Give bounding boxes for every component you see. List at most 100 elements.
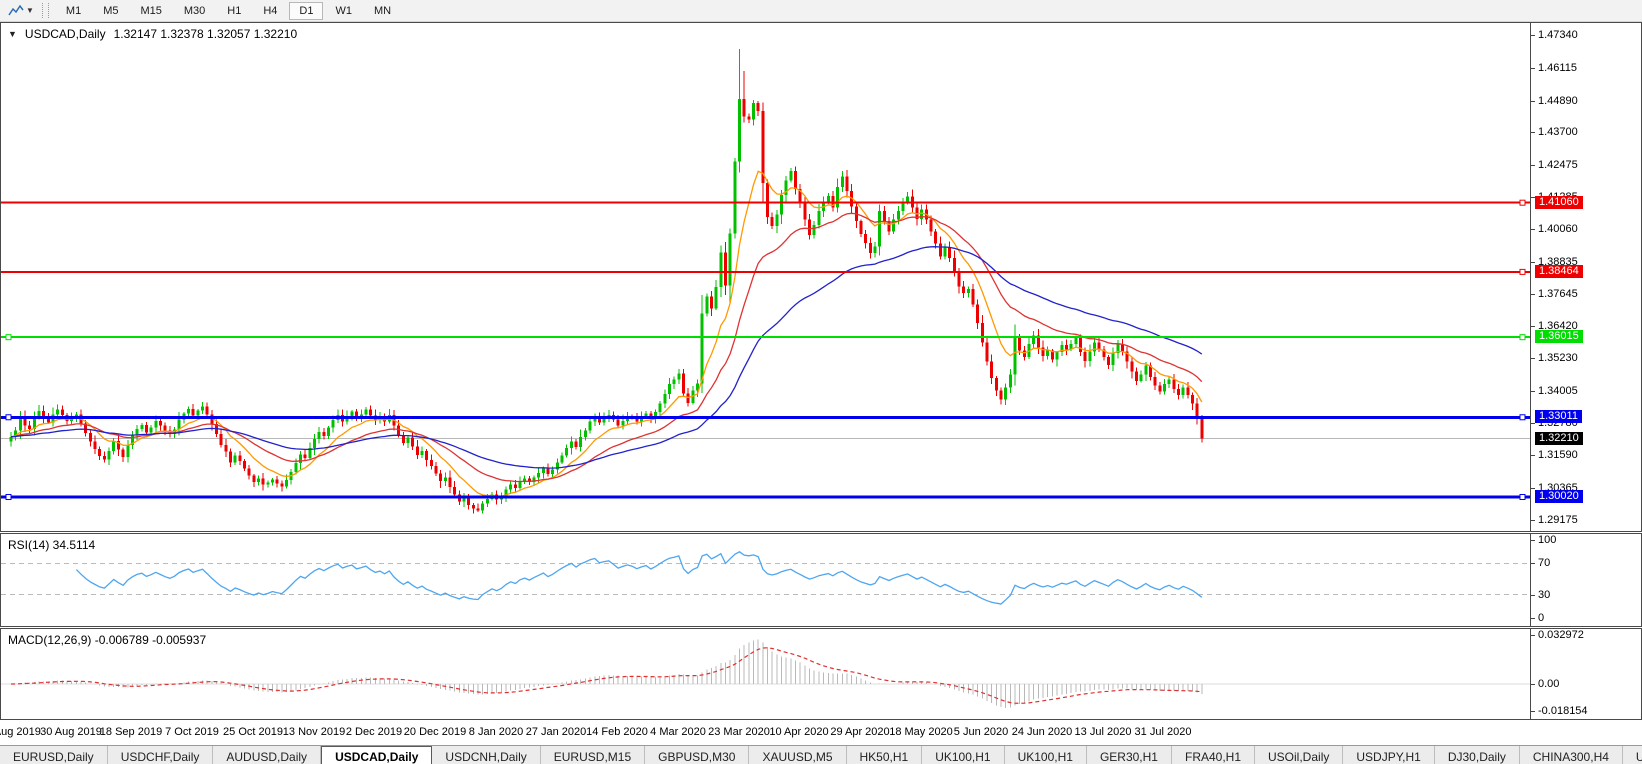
chart-tab-hk50[interactable]: HK50,H1 [846, 746, 923, 764]
timeframe-button-m15[interactable]: M15 [130, 2, 171, 20]
macd-tick-label: 0.032972 [1538, 629, 1584, 641]
toolbar-grip [41, 3, 49, 18]
date-tick-label: 31 Jul 2020 [1134, 726, 1192, 738]
date-tick-label: 30 Aug 2019 [40, 726, 102, 738]
price-tick-mark [1531, 455, 1535, 456]
timeframe-button-m1[interactable]: M1 [56, 2, 91, 20]
price-tick-label: 1.46115 [1538, 62, 1577, 74]
timeframe-button-h4[interactable]: H4 [253, 2, 287, 20]
rsi-axis[interactable]: 100 70 30 0 [1530, 534, 1641, 626]
date-tick-label: 24 Jun 2020 [1011, 726, 1073, 738]
timeframe-button-m30[interactable]: M30 [174, 2, 215, 20]
price-tick-mark [1531, 391, 1535, 392]
price-tick-label: 1.29175 [1538, 514, 1578, 526]
chart-tab-usoil[interactable]: USOil,D [1622, 746, 1642, 764]
macd-tick-mark [1531, 711, 1535, 712]
date-tick-label: 29 Apr 2020 [830, 726, 890, 738]
price-tick-label: 1.40060 [1538, 223, 1578, 235]
price-tick-mark [1531, 165, 1535, 166]
price-tick-label: 1.44890 [1538, 95, 1578, 107]
chart-tab-ger30[interactable]: GER30,H1 [1086, 746, 1172, 764]
date-tick-label: 12 Aug 2019 [0, 726, 41, 738]
timeframe-button-w1[interactable]: W1 [325, 2, 362, 20]
price-tick-mark [1531, 423, 1535, 424]
rsi-tick-label: 100 [1538, 534, 1557, 546]
line-chart-icon [8, 4, 24, 15]
macd-label: MACD(12,26,9) -0.006789 -0.005937 [8, 633, 207, 647]
macd-tick-label: -0.018154 [1538, 705, 1588, 717]
price-tick-label: 1.31590 [1538, 449, 1578, 461]
price-tick-mark [1531, 294, 1535, 295]
price-tick-mark [1531, 358, 1535, 359]
date-tick-label: 23 Mar 2020 [708, 726, 770, 738]
chart-tab-usdchf[interactable]: USDCHF,Daily [107, 746, 214, 764]
timeframe-button-d1[interactable]: D1 [289, 1, 324, 20]
timeframe-button-m5[interactable]: M5 [93, 2, 128, 20]
rsi-tick-label: 0 [1538, 612, 1545, 624]
macd-plot[interactable] [1, 629, 1530, 717]
chart-tab-xauusd[interactable]: XAUUSD,M5 [749, 746, 847, 764]
price-tick-label: 1.35230 [1538, 352, 1578, 364]
trading-terminal-window: ▼ M1 M5 M15 M30 H1 H4 D1 W1 MN 1.47340 1.46115 1.4… [0, 0, 1642, 764]
date-tick-label: 18 Sep 2019 [99, 726, 163, 738]
candlestick-plot[interactable] [1, 23, 1530, 529]
timeframe-button-mn[interactable]: MN [364, 2, 401, 20]
chart-tab-usoil[interactable]: USOil,Daily [1255, 746, 1344, 764]
collapse-arrow-icon[interactable]: ▼ [8, 29, 17, 39]
main-chart-panel: 1.473401.461151.448901.437001.424751.412… [0, 22, 1642, 532]
rsi-tick-label: 30 [1538, 589, 1551, 601]
price-tick-mark [1531, 488, 1535, 489]
chart-tab-usdjpy[interactable]: USDJPY,H1 [1343, 746, 1435, 764]
rsi-plot[interactable] [1, 534, 1530, 624]
date-tick-label: 14 Feb 2020 [586, 726, 648, 738]
date-tick-label: 8 Jan 2020 [468, 726, 524, 738]
chart-tab-usdcnh[interactable]: USDCNH,Daily [432, 746, 541, 764]
price-tick-mark [1531, 229, 1535, 230]
hline-price-label: 1.41060 [1535, 196, 1583, 209]
hline-price-label: 1.30020 [1535, 490, 1583, 503]
date-axis[interactable]: 12 Aug 201930 Aug 201918 Sep 20197 Oct 2… [0, 721, 1642, 745]
rsi-label: RSI(14) 34.5114 [8, 538, 96, 552]
candles-group [9, 49, 1204, 514]
chart-tab-uk100[interactable]: UK100,H1 [1004, 746, 1087, 764]
chart-tab-bar: EURUSD,Daily USDCHF,Daily AUDUSD,Daily USDC… [0, 745, 1642, 764]
price-tick-label: 1.34005 [1538, 385, 1578, 397]
chevron-down-icon: ▼ [26, 6, 34, 15]
date-tick-label: 4 Mar 2020 [650, 726, 706, 738]
date-tick-label: 25 Oct 2019 [223, 726, 283, 738]
macd-tick-label: 0.00 [1538, 678, 1560, 690]
chart-tab-uk100[interactable]: UK100,H1 [922, 746, 1005, 764]
price-tick-mark [1531, 132, 1535, 133]
macd-tick-mark [1531, 684, 1535, 685]
price-tick-label: 1.37645 [1538, 288, 1578, 300]
macd-axis[interactable]: 0.032972 0.00 -0.018154 [1530, 629, 1641, 719]
chart-tab-china300[interactable]: CHINA300,H4 [1519, 746, 1623, 764]
chart-tab-eurusd[interactable]: EURUSD,M15 [540, 746, 646, 764]
date-tick-label: 27 Jan 2020 [525, 726, 587, 738]
chart-tab-fra40[interactable]: FRA40,H1 [1171, 746, 1256, 764]
chart-tab-audusd[interactable]: AUDUSD,Daily [213, 746, 322, 764]
macd-tick-mark [1531, 635, 1535, 636]
price-tick-mark [1531, 101, 1535, 102]
date-tick-label: 7 Oct 2019 [165, 726, 219, 738]
rsi-tick-label: 70 [1538, 557, 1551, 569]
rsi-tick-mark [1531, 618, 1535, 619]
date-tick-label: 13 Jul 2020 [1074, 726, 1132, 738]
date-tick-label: 10 Apr 2020 [769, 726, 829, 738]
rsi-tick-mark [1531, 563, 1535, 564]
hline-price-label: 1.33011 [1535, 410, 1582, 423]
price-tick-label: 1.42475 [1538, 159, 1578, 171]
timeframe-toolbar: ▼ M1 M5 M15 M30 H1 H4 D1 W1 MN [0, 0, 1642, 22]
price-tick-mark [1531, 520, 1535, 521]
chart-tab-usdcad[interactable]: USDCAD,Daily [321, 746, 433, 764]
chart-tab-gbpusd[interactable]: GBPUSD,M30 [645, 746, 750, 764]
timeframe-button-h1[interactable]: H1 [217, 2, 251, 20]
price-tick-mark [1531, 68, 1535, 69]
chart-tab-eurusd[interactable]: EURUSD,Daily [0, 746, 108, 764]
current-price-label: 1.32210 [1535, 432, 1583, 445]
indicators-menu-button[interactable]: ▼ [4, 3, 38, 19]
price-axis[interactable]: 1.473401.461151.448901.437001.424751.412… [1530, 23, 1641, 531]
price-tick-mark [1531, 326, 1535, 327]
date-tick-label: 20 Dec 2019 [403, 726, 467, 738]
chart-tab-dj30[interactable]: DJ30,Daily [1434, 746, 1520, 764]
